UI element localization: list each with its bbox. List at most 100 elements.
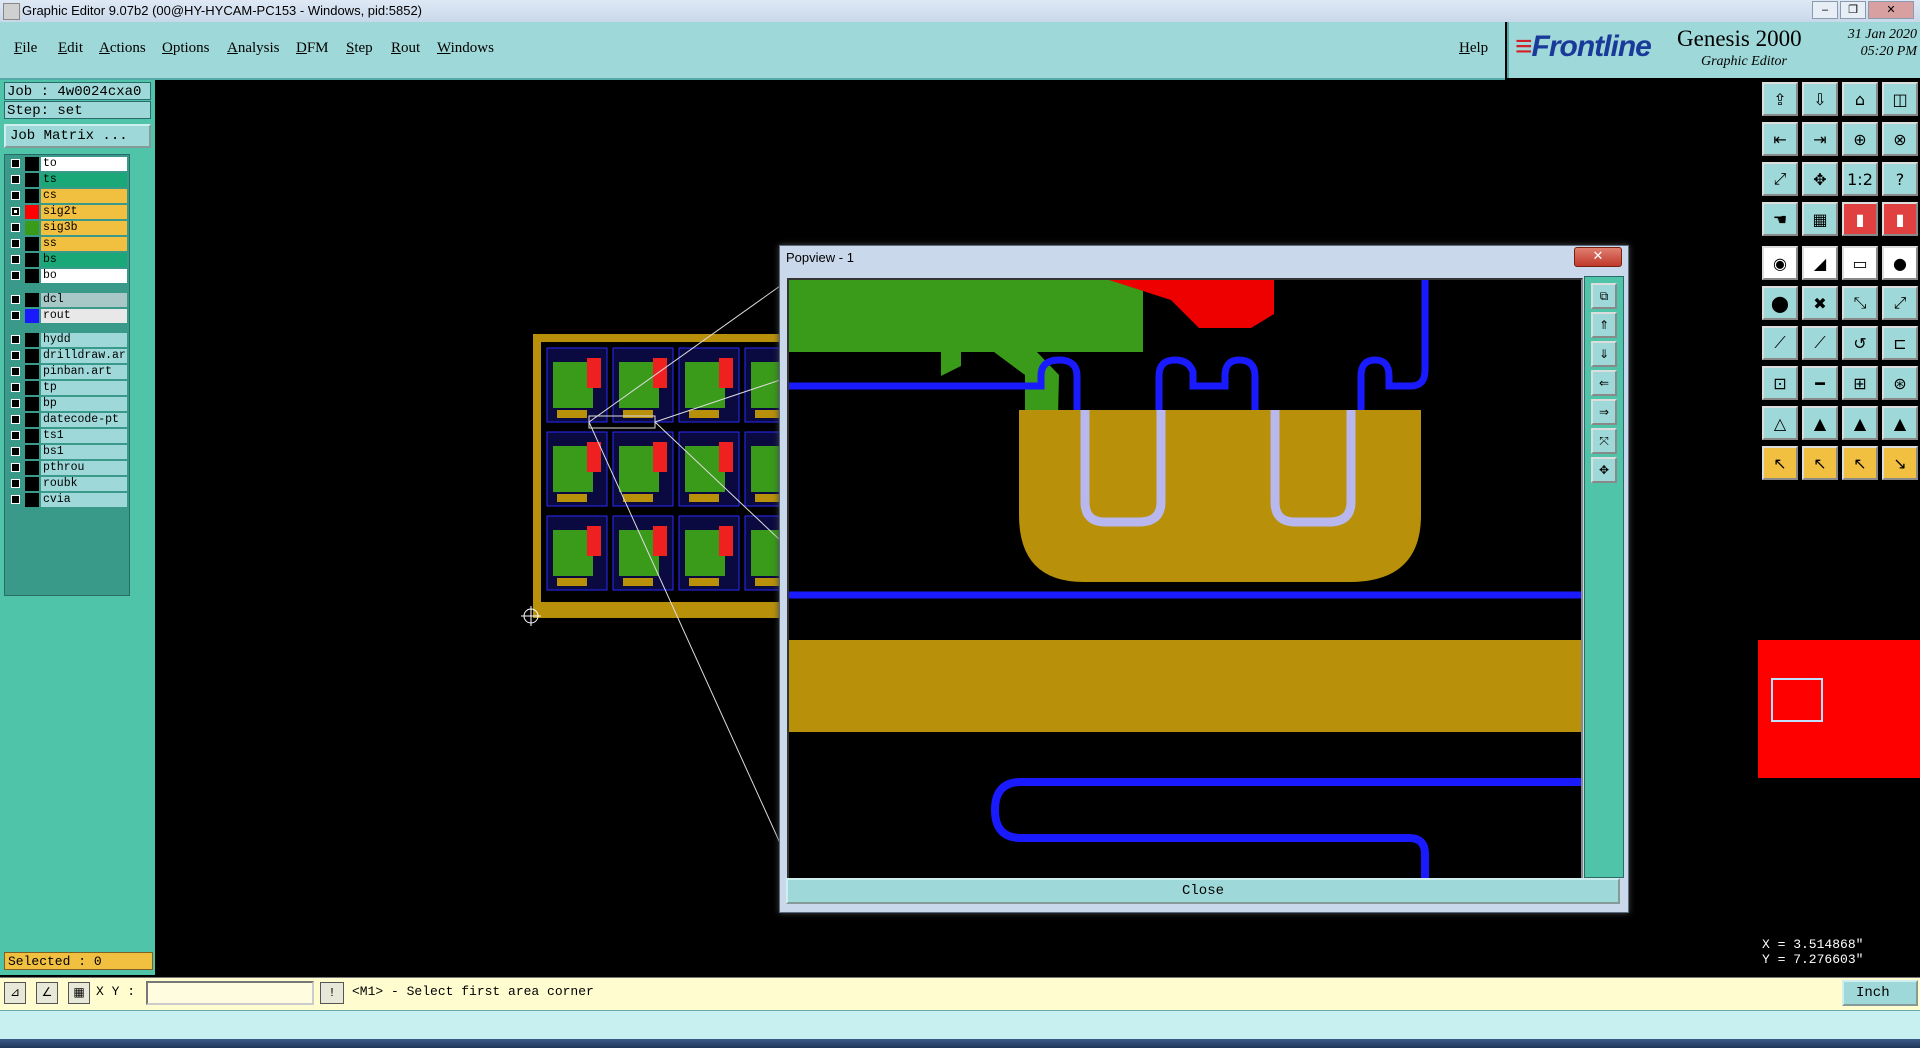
layer-name[interactable]: bs <box>41 253 127 267</box>
arrow-select-icon[interactable]: ↖ <box>1762 446 1798 480</box>
cluster-icon[interactable]: ⊛ <box>1882 366 1918 400</box>
popview-close-x-button[interactable]: ✕ <box>1574 247 1622 267</box>
layer-row-to[interactable]: to <box>7 157 127 171</box>
page-down-icon[interactable]: ⇓ <box>1591 341 1617 367</box>
cross-icon[interactable]: ✖ <box>1802 286 1838 320</box>
menu-actions[interactable]: Actions <box>99 40 146 57</box>
layer-name[interactable]: pinban.art <box>41 365 127 379</box>
layer-checkbox[interactable] <box>11 311 20 320</box>
ruler-icon[interactable]: ▭ <box>1842 246 1878 280</box>
layer-color-swatch[interactable] <box>25 381 39 395</box>
layer-checkbox[interactable] <box>11 335 20 344</box>
hand-icon[interactable]: ☚ <box>1762 202 1798 236</box>
layer-red-icon[interactable]: ▮ <box>1842 202 1878 236</box>
popview-close-button[interactable]: Close <box>786 878 1620 904</box>
info-icon[interactable]: ! <box>320 982 344 1004</box>
popup-layout-icon[interactable]: ⧉ <box>1591 283 1617 309</box>
layer-checkbox[interactable] <box>11 383 20 392</box>
layer-name[interactable]: datecode-pt <box>41 413 127 427</box>
menu-step[interactable]: Step <box>346 40 373 57</box>
layer-color-swatch[interactable] <box>25 461 39 475</box>
save-icon[interactable]: ⇩ <box>1802 82 1838 116</box>
fit-icon[interactable]: ⤢ <box>1762 162 1798 196</box>
layer-name[interactable]: bs1 <box>41 445 127 459</box>
layer-checkbox[interactable] <box>11 295 20 304</box>
layer-name[interactable]: cs <box>41 189 127 203</box>
layer-row-sig3b[interactable]: sig3b <box>7 221 127 235</box>
layer-name[interactable]: pthrou <box>41 461 127 475</box>
grid-icon[interactable]: ▦ <box>68 982 90 1004</box>
layer-color-swatch[interactable] <box>25 237 39 251</box>
layer-color-swatch[interactable] <box>25 365 39 379</box>
menu-analysis[interactable]: Analysis <box>227 40 280 57</box>
import-icon[interactable]: ⇤ <box>1762 122 1798 156</box>
layer-checkbox[interactable] <box>11 463 20 472</box>
xy-input[interactable] <box>146 981 314 1005</box>
layer-color-swatch[interactable] <box>25 173 39 187</box>
layer-row-tp[interactable]: tp <box>7 381 127 395</box>
menu-dfm[interactable]: DFM <box>296 40 329 57</box>
layer-color-swatch[interactable] <box>25 253 39 267</box>
circle-icon[interactable]: ● <box>1882 246 1918 280</box>
layer-name[interactable]: tp <box>41 381 127 395</box>
layer-checkbox[interactable] <box>11 479 20 488</box>
layer-checkbox[interactable] <box>11 175 20 184</box>
layer-name[interactable]: ts <box>41 173 127 187</box>
menu-windows[interactable]: Windows <box>437 40 494 57</box>
layer-name[interactable]: cvia <box>41 493 127 507</box>
bend-icon[interactable]: ⊏ <box>1882 326 1918 360</box>
split-view-icon[interactable]: ◫ <box>1882 82 1918 116</box>
menu-help[interactable]: Help <box>1459 40 1488 57</box>
layer-name[interactable]: roubk <box>41 477 127 491</box>
zoom-center-icon[interactable]: ✥ <box>1591 457 1617 483</box>
layer-color-swatch[interactable] <box>25 349 39 363</box>
menu-file[interactable]: File <box>14 40 37 57</box>
zoom-icon[interactable]: ✥ <box>1802 162 1838 196</box>
line-icon[interactable]: ◢ <box>1802 246 1838 280</box>
layer-checkbox[interactable] <box>11 495 20 504</box>
slope-icon[interactable]: ⟋ <box>1802 326 1838 360</box>
menu-edit[interactable]: Edit <box>58 40 83 57</box>
pan-right-icon[interactable]: ⇒ <box>1591 399 1617 425</box>
triangle4-icon[interactable]: ▲ <box>1882 406 1918 440</box>
layer-row-rout[interactable]: rout <box>7 309 127 323</box>
layer-row-roubk[interactable]: roubk <box>7 477 127 491</box>
layer-color-swatch[interactable] <box>25 157 39 171</box>
layer-row-ss[interactable]: ss <box>7 237 127 251</box>
layer-color-swatch[interactable] <box>25 189 39 203</box>
layer-row-pthrou[interactable]: pthrou <box>7 461 127 475</box>
layer-color-swatch[interactable] <box>25 413 39 427</box>
measure-icon[interactable]: ⊞ <box>1842 366 1878 400</box>
layer-color-swatch[interactable] <box>25 493 39 507</box>
pan-left-icon[interactable]: ⇐ <box>1591 370 1617 396</box>
restore-button[interactable]: ❐ <box>1840 1 1866 19</box>
help-icon[interactable]: ? <box>1882 162 1918 196</box>
minimap-view-box[interactable] <box>1771 678 1823 722</box>
layer-color-swatch[interactable] <box>25 429 39 443</box>
zoom-fit-icon[interactable]: ⤧ <box>1591 428 1617 454</box>
arc-icon[interactable]: ↺ <box>1842 326 1878 360</box>
units-selector[interactable]: Inch <box>1842 980 1918 1006</box>
layer-checkbox[interactable] <box>11 159 20 168</box>
layer-checkbox[interactable] <box>11 415 20 424</box>
menu-rout[interactable]: Rout <box>391 40 420 57</box>
layer-checkbox[interactable] <box>11 207 20 216</box>
export-icon[interactable]: ⇥ <box>1802 122 1838 156</box>
layer-name[interactable]: bo <box>41 269 127 283</box>
layer-row-cvia[interactable]: cvia <box>7 493 127 507</box>
angle-icon[interactable]: ∠ <box>36 982 58 1004</box>
layer-checkbox[interactable] <box>11 431 20 440</box>
layer-row-datecode-pt[interactable]: datecode-pt <box>7 413 127 427</box>
layer-color-swatch[interactable] <box>25 221 39 235</box>
layer-checkbox[interactable] <box>11 447 20 456</box>
layer-name[interactable]: dcl <box>41 293 127 307</box>
layer-checkbox[interactable] <box>11 351 20 360</box>
layer-row-dcl[interactable]: dcl <box>7 293 127 307</box>
layer-row-hydd[interactable]: hydd <box>7 333 127 347</box>
layer-red2-icon[interactable]: ▮ <box>1882 202 1918 236</box>
layer-name[interactable]: drilldraw.art <box>41 349 127 363</box>
layer-color-swatch[interactable] <box>25 445 39 459</box>
layer-checkbox[interactable] <box>11 223 20 232</box>
triangle2-icon[interactable]: ▲ <box>1802 406 1838 440</box>
layer-color-swatch[interactable] <box>25 269 39 283</box>
